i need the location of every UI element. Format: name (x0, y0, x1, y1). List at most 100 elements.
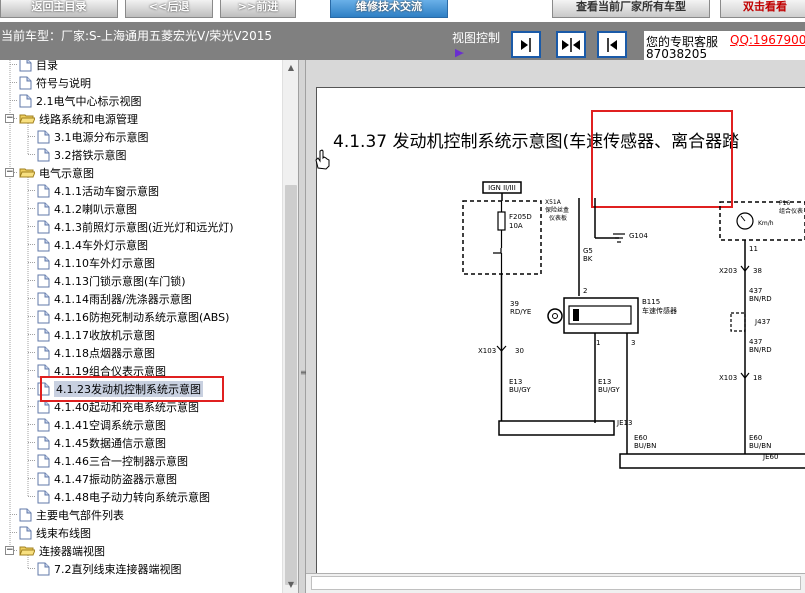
tree-item[interactable]: 7.2直列线束连接器端视图 (37, 560, 182, 577)
tree-item-label: 2.1电气中心标示视图 (36, 94, 142, 108)
document-viewer: 4.1.37 发动机控制系统示意图(车速传感器、离合器踏 IGN II/III … (306, 60, 805, 593)
tree-item[interactable]: 4.1.13门锁示意图(车门锁) (37, 272, 186, 289)
tree-item-label: 符号与说明 (36, 76, 91, 90)
document-page-icon (37, 310, 50, 323)
hand-cursor-icon (315, 149, 330, 170)
tree-item[interactable]: 3.1电源分布示意图 (37, 128, 149, 145)
view-all-models-button[interactable]: 查看当前厂家所有车型 (552, 0, 710, 18)
tree-item-label: 4.1.14雨刮器/洗涤器示意图 (54, 292, 192, 306)
tree-item[interactable]: 符号与说明 (19, 74, 91, 91)
tree-item-label: 电气示意图 (39, 166, 94, 180)
scroll-thumb[interactable] (285, 185, 297, 585)
p16-label: P16 (779, 200, 790, 207)
document-page-icon (37, 292, 50, 305)
tree-item[interactable]: 4.1.41空调系统示意图 (37, 416, 166, 433)
tree-item-label: 7.2直列线束连接器端视图 (54, 562, 182, 576)
service-qq-link[interactable]: QQ:1967900 (730, 33, 805, 47)
tree-item[interactable]: 4.1.17收放机示意图 (37, 326, 155, 343)
view-control-label: 视图控制 (452, 31, 501, 45)
tree-item[interactable]: 目录 (19, 60, 58, 73)
scroll-down-arrow-icon[interactable]: ▼ (283, 577, 298, 593)
view-split-button[interactable] (556, 31, 586, 58)
j437-label: J437 (754, 318, 770, 326)
tree-item[interactable]: 4.1.46三合一控制器示意图 (37, 452, 188, 469)
document-page-icon (37, 328, 50, 341)
current-model-text: 当前车型：厂家:S-上海通用五菱宏光V/荣光V2015 (1, 29, 272, 43)
folder-open-icon (19, 114, 35, 124)
tree-item[interactable]: 4.1.14雨刮器/洗涤器示意图 (37, 290, 192, 307)
wire-bugy-a: BU/GY (509, 386, 531, 394)
document-page-icon (37, 436, 50, 449)
document-page-icon (37, 238, 50, 251)
wire-e60b: E60 (749, 434, 762, 442)
pin-3: 3 (631, 339, 635, 347)
folder-open-icon (19, 546, 35, 556)
tree-item-label: 4.1.41空调系统示意图 (54, 418, 166, 432)
view-expand-left-button[interactable] (597, 31, 627, 58)
wire-39: 39 (510, 300, 519, 308)
tree-item-label: 4.1.46三合一控制器示意图 (54, 454, 188, 468)
pin-2: 2 (583, 287, 587, 295)
tree-collapse-icon[interactable]: − (5, 545, 14, 555)
document-bottom-field[interactable] (311, 576, 801, 590)
connector-x103b: X103 (719, 374, 737, 382)
document-page-icon (37, 454, 50, 467)
view-expand-right-button[interactable] (511, 31, 541, 58)
tree-scrollbar[interactable]: ▲ ▼ (282, 60, 298, 593)
tree-item[interactable]: 2.1电气中心标示视图 (19, 92, 142, 109)
tree-item[interactable]: 主要电气部件列表 (19, 506, 124, 523)
tree-item[interactable]: 电气示意图 (19, 164, 94, 181)
tree-item-label: 4.1.16防抱死制动系统示意图(ABS) (54, 310, 230, 324)
tree-item[interactable]: 4.1.18点烟器示意图 (37, 344, 155, 361)
tree-item[interactable]: 4.1.3前照灯示意图(近光灯和远光灯) (37, 218, 234, 235)
tree-item[interactable]: 4.1.2喇叭示意图 (37, 200, 137, 217)
tree-item-list: 目录符号与说明 2.1电气中心标示视图 线路系统和电源管理 − 3.1电源分布示意图 3.… (0, 60, 282, 593)
tree-item-label: 线路系统和电源管理 (39, 112, 138, 126)
forward-button[interactable]: >>前进 (220, 0, 296, 18)
tree-item[interactable]: 4.1.16防抱死制动系统示意图(ABS) (37, 308, 229, 325)
wire-bugy-b: BU/GY (598, 386, 620, 394)
tree-item[interactable]: 4.1.1活动车窗示意图 (37, 182, 159, 199)
x51a-desc2: 仪表板 (549, 214, 567, 222)
document-page-icon (19, 94, 32, 107)
tree-item[interactable]: 4.1.4车外灯示意图 (37, 236, 148, 253)
document-page-icon (37, 202, 50, 215)
tech-exchange-button[interactable]: 维修技术交流 (330, 0, 448, 18)
back-button[interactable]: <<后退 (125, 0, 213, 18)
p16-desc: 组合仪表 (779, 207, 803, 215)
tree-item-label: 3.2搭铁示意图 (54, 148, 127, 162)
wire-bubn-a: BU/BN (634, 442, 656, 450)
arrows-inward-icon (562, 37, 580, 52)
ign-label: IGN II/III (488, 184, 516, 192)
document-page-icon (37, 472, 50, 485)
home-button[interactable]: 返回主目录 (0, 0, 118, 18)
wire-rdye: RD/YE (510, 308, 531, 316)
red-promo-button[interactable]: 双击看看 (720, 0, 805, 18)
wire-e60a: E60 (634, 434, 647, 442)
tree-item[interactable]: 4.1.45数据通信示意图 (37, 434, 166, 451)
tree-item[interactable]: 4.1.10车外灯示意图 (37, 254, 155, 271)
tree-item[interactable]: 连接器端视图 (19, 542, 105, 559)
tree-collapse-icon[interactable]: − (5, 167, 14, 177)
tree-item[interactable]: 线束布线图 (19, 524, 91, 541)
document-page-icon (37, 130, 50, 143)
tree-item[interactable]: 4.1.47振动防盗器示意图 (37, 470, 177, 487)
app-window: 返回主目录 <<后退 >>前进 维修技术交流 查看当前厂家所有车型 双击看看 当… (0, 0, 805, 593)
tree-collapse-icon[interactable]: − (5, 113, 14, 123)
scroll-up-arrow-icon[interactable]: ▲ (283, 60, 298, 76)
arrow-to-right-icon (521, 37, 531, 52)
pin-30: 30 (515, 347, 524, 355)
wire-437b: 437 (749, 338, 762, 346)
document-page-icon (19, 60, 32, 71)
document-page-icon (37, 184, 50, 197)
document-page-icon (37, 256, 50, 269)
tree-item[interactable]: 线路系统和电源管理 (19, 110, 138, 127)
selection-highlight-box (40, 376, 224, 402)
tree-item[interactable]: 3.2搭铁示意图 (37, 146, 127, 163)
arrow-to-left-icon (607, 37, 617, 52)
tree-item-label: 4.1.2喇叭示意图 (54, 202, 137, 216)
tree-item[interactable]: 4.1.48电子动力转向系统示意图 (37, 488, 210, 505)
wire-bubn-b: BU/BN (749, 442, 771, 450)
panel-splitter[interactable]: ≡ (298, 60, 307, 593)
wire-bnrd-b: BN/RD (749, 346, 772, 354)
